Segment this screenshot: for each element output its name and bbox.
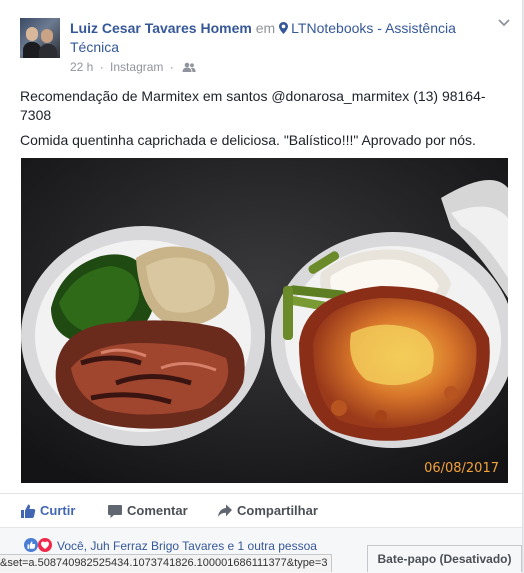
- post-header: Luiz Cesar Tavares Homem em LTNotebooks -…: [20, 16, 510, 76]
- post-card: Luiz Cesar Tavares Homem em LTNotebooks -…: [0, 0, 523, 573]
- thumbs-up-icon: [21, 504, 36, 518]
- status-bar-url: &set=a.508740982525434.1073741826.100001…: [0, 554, 333, 572]
- post-text-line-2: Comida quentinha caprichada e deliciosa.…: [20, 132, 476, 148]
- reactions-summary[interactable]: Você, Juh Ferraz Brigo Tavares e 1 outra…: [57, 539, 317, 553]
- meta-separator-2: ·: [169, 60, 174, 74]
- friends-audience-icon[interactable]: [182, 62, 196, 72]
- author-name[interactable]: Luiz Cesar Tavares Homem: [70, 20, 252, 36]
- location-pin-icon: [279, 22, 289, 34]
- share-label: Compartilhar: [237, 503, 318, 518]
- post-text-line-1: Recomendação de Marmitex em santos @dona…: [20, 88, 486, 123]
- post-headline: Luiz Cesar Tavares Homem em LTNotebooks -…: [70, 19, 490, 57]
- comment-button[interactable]: Comentar: [107, 503, 188, 519]
- post-source[interactable]: Instagram: [110, 60, 163, 74]
- post-actions: Curtir Comentar Compartilhar: [0, 493, 522, 528]
- avatar[interactable]: [20, 18, 60, 58]
- like-label: Curtir: [40, 503, 76, 518]
- post-meta: 22 h · Instagram ·: [70, 60, 196, 74]
- chevron-down-icon[interactable]: [498, 18, 510, 28]
- comment-bubble-icon: [108, 505, 122, 518]
- food-photo-image: [21, 158, 508, 483]
- photo-date-stamp: 06/08/2017: [424, 461, 499, 476]
- like-button[interactable]: Curtir: [20, 503, 75, 519]
- post-photo[interactable]: 06/08/2017: [21, 158, 508, 483]
- post-time[interactable]: 22 h: [70, 60, 93, 74]
- comment-label: Comentar: [127, 503, 188, 518]
- chat-tab[interactable]: Bate-papo (Desativado): [367, 545, 522, 572]
- meta-separator: ·: [99, 60, 104, 74]
- heart-reaction-icon[interactable]: [38, 538, 52, 552]
- connector-text: em: [255, 20, 276, 36]
- share-button[interactable]: Compartilhar: [217, 503, 318, 519]
- share-arrow-icon: [218, 504, 232, 517]
- like-reaction-icon[interactable]: [24, 538, 38, 552]
